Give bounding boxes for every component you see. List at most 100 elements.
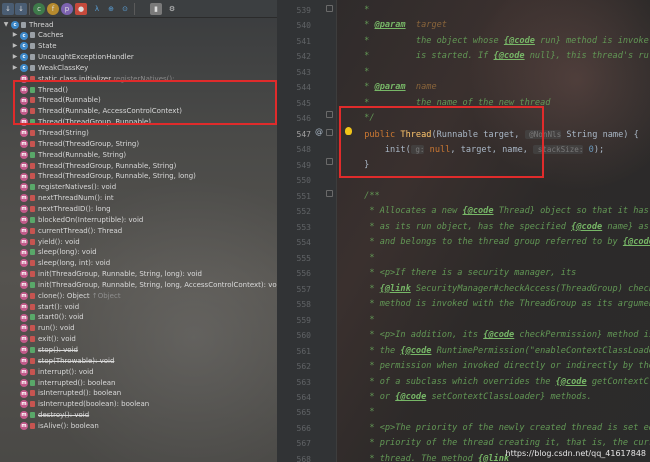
method-icon: m [20, 237, 28, 246]
tree-item-label: isInterrupted(boolean): boolean [38, 400, 150, 409]
line-number: 558 [296, 300, 311, 310]
tree-item[interactable]: m yield(): void [0, 237, 277, 247]
visibility-icon [30, 325, 35, 332]
tree-item[interactable]: m nextThreadID(): long [0, 204, 277, 214]
lightbulb-icon[interactable] [345, 127, 352, 135]
expand-arrow-icon[interactable]: ▶ [11, 30, 19, 40]
line-number: 563 [296, 377, 311, 387]
expand-arrow-icon[interactable]: ▶ [11, 52, 19, 62]
collapse-arrow-icon[interactable]: ▼ [2, 20, 10, 30]
fold-marker-icon[interactable] [326, 129, 333, 136]
tree-item[interactable]: m Thread(ThreadGroup, Runnable) [0, 117, 277, 127]
tree-item[interactable]: m start(): void [0, 302, 277, 312]
tree-item[interactable]: m Thread(ThreadGroup, String) [0, 139, 277, 149]
tree-item[interactable]: m registerNatives(): void [0, 182, 277, 192]
tree-item-label: Thread(String) [38, 129, 89, 137]
code-token: * or [359, 392, 396, 402]
tree-item[interactable]: m start0(): void [0, 312, 277, 322]
code-token: {@code [555, 376, 587, 387]
method-icon: m [20, 140, 28, 149]
sort-alpha-icon[interactable]: ↓ [2, 3, 14, 15]
line-number: 546 [296, 114, 311, 124]
show-nonpublic-icon[interactable]: ● [75, 3, 87, 15]
tree-item[interactable]: m isInterrupted(): boolean [0, 388, 277, 398]
code-line: * [359, 405, 374, 421]
tree-item[interactable]: m exit(): void [0, 334, 277, 344]
tree-item[interactable]: m isAlive(): boolean [0, 421, 277, 431]
tree-item[interactable]: m Thread(Runnable) [0, 95, 277, 105]
tree-item[interactable]: ▶ c Caches [0, 30, 277, 40]
method-icon: m [20, 129, 28, 138]
tree-item-label: Thread(Runnable, AccessControlContext) [38, 107, 182, 116]
tree-item[interactable]: m Thread(String) [0, 128, 277, 138]
show-properties-icon[interactable]: p [61, 3, 73, 15]
visibility-icon [30, 227, 35, 234]
expand-all-icon[interactable]: ⊕ [105, 3, 117, 15]
visibility-icon [30, 43, 35, 50]
code-token: Thread} [493, 206, 535, 217]
code-token: object so that it has [534, 206, 649, 217]
fold-end-icon[interactable] [326, 158, 333, 165]
override-marker-icon[interactable]: @ [315, 127, 323, 136]
show-inherited-icon[interactable]: c [33, 3, 45, 15]
tree-item[interactable]: m Thread() [0, 85, 277, 95]
tree-item[interactable]: m sleep(long, int): void [0, 258, 277, 268]
tree-item[interactable]: m init(ThreadGroup, Runnable, String, lon… [0, 269, 277, 279]
show-fields-icon[interactable]: f [47, 3, 59, 15]
tree-item[interactable]: m nextThreadNum(): int [0, 193, 277, 203]
tree-item[interactable]: ▶ c State [0, 41, 277, 51]
tree-item[interactable]: m init(ThreadGroup, Runnable, String, lon… [0, 280, 277, 290]
settings-icon[interactable]: ⚙ [166, 3, 178, 15]
expand-arrow-icon[interactable]: ▶ [11, 63, 19, 73]
tree-item[interactable]: m stop(Throwable): void [0, 356, 277, 366]
tree-item[interactable]: m interrupt(): void [0, 367, 277, 377]
tree-item[interactable]: m Thread(ThreadGroup, Runnable, String) [0, 161, 277, 171]
line-number: 553 [296, 222, 311, 232]
tree-item[interactable]: m currentThread(): Thread [0, 226, 277, 236]
code-token: {@code [400, 345, 432, 356]
visibility-icon [30, 173, 35, 180]
tree-item[interactable]: ▼ c Thread [0, 20, 277, 30]
tree-item[interactable]: m Thread(Runnable, String) [0, 150, 277, 160]
sort-visibility-icon[interactable]: ↓ [15, 3, 27, 15]
code-token: * <p>If there is a security manager, its [359, 268, 577, 279]
tree-item[interactable]: m blockedOn(Interruptible): void [0, 215, 277, 225]
code-line: */ [359, 111, 374, 127]
code-line: * {@link SecurityManager#checkAccess(Thr… [359, 282, 650, 298]
tree-item[interactable]: ▶ c WeakClassKey [0, 63, 277, 73]
fold-doc-end-icon[interactable] [326, 111, 333, 118]
expand-arrow-icon[interactable]: ▶ [11, 41, 19, 51]
tree-item-label: interrupted(): boolean [38, 378, 116, 387]
show-lambdas-icon[interactable]: λ [91, 3, 103, 15]
pin-icon[interactable]: ▮ [150, 3, 162, 15]
method-icon: m [20, 335, 28, 344]
autoscroll-icon[interactable]: ⊙ [119, 3, 131, 15]
fold-top-icon[interactable] [326, 5, 333, 12]
code-token: * [359, 82, 375, 93]
tree-item[interactable]: m Thread(Runnable, AccessControlContext) [0, 106, 277, 116]
line-number: 562 [296, 362, 311, 372]
tree-item[interactable]: m stop(): void [0, 345, 277, 355]
tree-item-label: Thread(Runnable) [38, 96, 101, 105]
method-icon: m [20, 302, 28, 311]
tree-item-label: interrupt(): void [38, 367, 94, 376]
code-token: @param [374, 20, 406, 31]
tree-item[interactable]: m destroy(): void [0, 410, 277, 420]
tree-item[interactable]: m Thread(ThreadGroup, Runnable, String, l… [0, 171, 277, 181]
method-icon: m [20, 259, 28, 268]
tree-item[interactable]: m run(): void [0, 323, 277, 333]
tree-item[interactable]: m static class initializer registerNative… [0, 74, 277, 84]
code-token: * [359, 5, 370, 15]
tree-item[interactable]: m isInterrupted(boolean): boolean [0, 399, 277, 409]
visibility-icon [30, 281, 35, 288]
fold-doc-icon[interactable] [326, 190, 333, 197]
tree-item[interactable]: m sleep(long): void [0, 247, 277, 257]
tree-item[interactable]: ▶ c UncaughtExceptionHandler [0, 52, 277, 62]
tree-item[interactable]: m interrupted(): boolean [0, 378, 277, 388]
method-icon: m [20, 324, 28, 333]
visibility-icon [30, 412, 35, 419]
code-editor[interactable]: * * @param target * the object whose {@c… [337, 0, 650, 462]
code-line: * is started. If {@code null}, this thre… [359, 49, 649, 65]
code-token: (Runnable target, [431, 129, 525, 140]
tree-item[interactable]: m clone(): Object ↑Object [0, 291, 277, 301]
